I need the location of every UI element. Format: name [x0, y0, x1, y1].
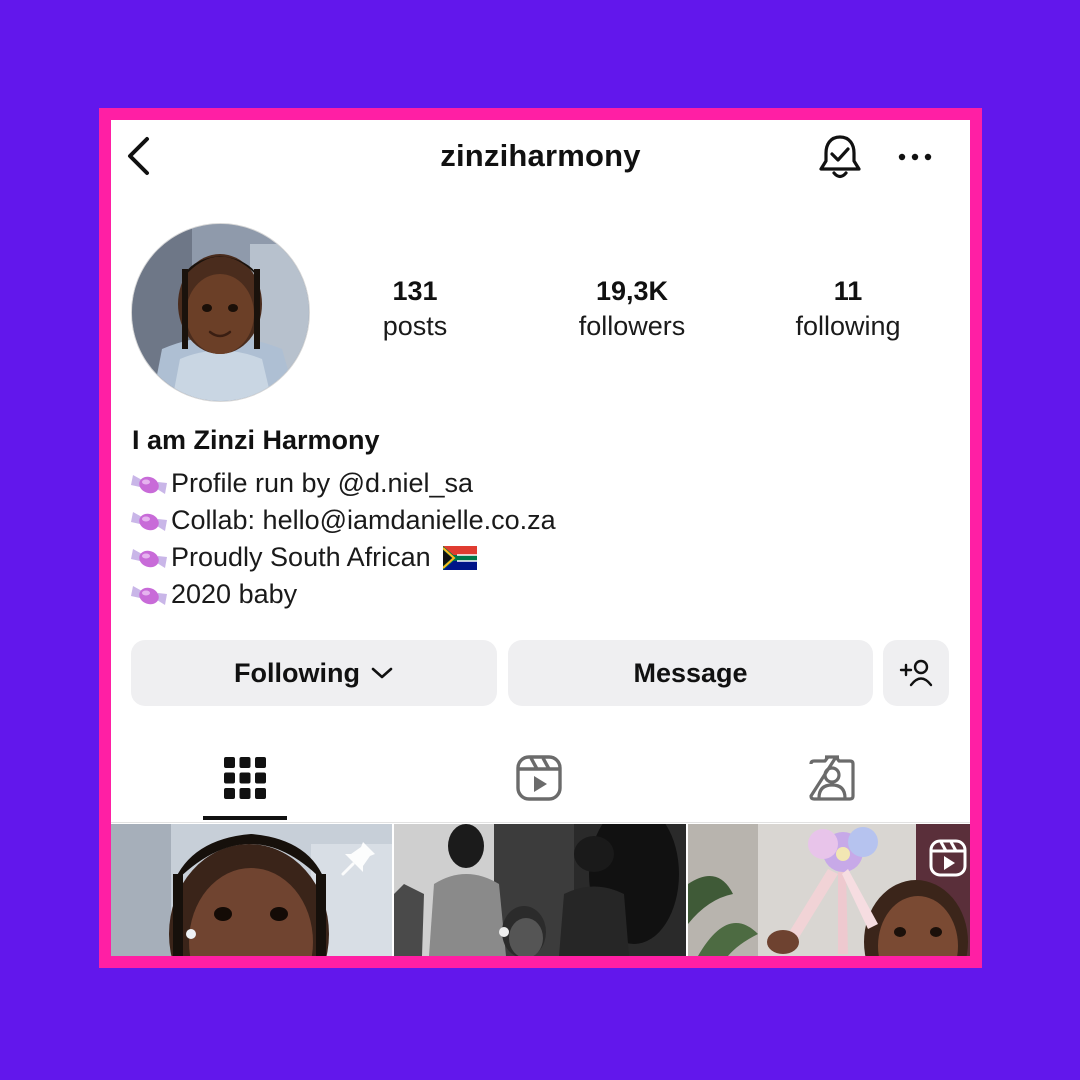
profile-name: I am Zinzi Harmony: [132, 425, 380, 455]
pin-icon: [341, 842, 375, 876]
chevron-down-icon: [371, 667, 393, 679]
candy-icon: [131, 511, 167, 531]
bio-text: 2020 baby: [171, 579, 298, 609]
following-button-label: Following: [234, 657, 360, 688]
tab-divider: [111, 822, 970, 823]
message-button-label: Message: [633, 657, 748, 688]
reels-icon[interactable]: [515, 754, 563, 802]
followers-stat[interactable]: 19,3K followers: [532, 274, 732, 344]
avatar-photo: [132, 224, 309, 401]
profile-avatar[interactable]: [131, 223, 310, 402]
tagged-icon[interactable]: [808, 754, 856, 802]
grid-icon[interactable]: [221, 754, 269, 802]
bio-text: Profile run by @d.niel_sa: [171, 468, 474, 498]
post-photo: [394, 824, 686, 956]
candy-icon: [131, 474, 167, 494]
add-person-icon: [899, 659, 933, 687]
bio-text: Proudly South African: [171, 542, 431, 572]
bio-line: Profile run by @d.niel_sa: [131, 468, 473, 499]
following-label: following: [795, 311, 901, 341]
posts-stat[interactable]: 131 posts: [315, 274, 515, 344]
bio-line: Collab: hello@iamdanielle.co.za: [131, 505, 556, 536]
more-options-icon[interactable]: [897, 142, 933, 172]
following-count: 11: [833, 276, 863, 306]
posts-count: 131: [392, 276, 438, 306]
reel-icon: [929, 839, 967, 877]
candy-icon: [131, 548, 167, 568]
message-button[interactable]: Message: [508, 640, 873, 706]
followers-count: 19,3K: [595, 276, 669, 306]
candy-icon: [131, 585, 167, 605]
bio-line: Proudly South African: [131, 542, 477, 573]
followers-label: followers: [578, 311, 686, 341]
post-thumbnail[interactable]: [111, 824, 392, 956]
south-africa-flag-icon: [442, 545, 477, 570]
bio-line: 2020 baby: [131, 579, 297, 610]
post-thumbnail[interactable]: [394, 824, 686, 956]
profile-screen: zinziharmony 131 posts 19,3K followers 1…: [111, 120, 970, 956]
following-stat[interactable]: 11 following: [748, 274, 948, 344]
following-button[interactable]: Following: [131, 640, 497, 706]
post-thumbnail[interactable]: [688, 824, 970, 956]
bell-check-icon[interactable]: [817, 133, 863, 181]
selected-tab-indicator: [203, 816, 287, 820]
bio-text: Collab: hello@iamdanielle.co.za: [171, 505, 556, 535]
add-user-button[interactable]: [883, 640, 949, 706]
posts-label: posts: [382, 311, 448, 341]
